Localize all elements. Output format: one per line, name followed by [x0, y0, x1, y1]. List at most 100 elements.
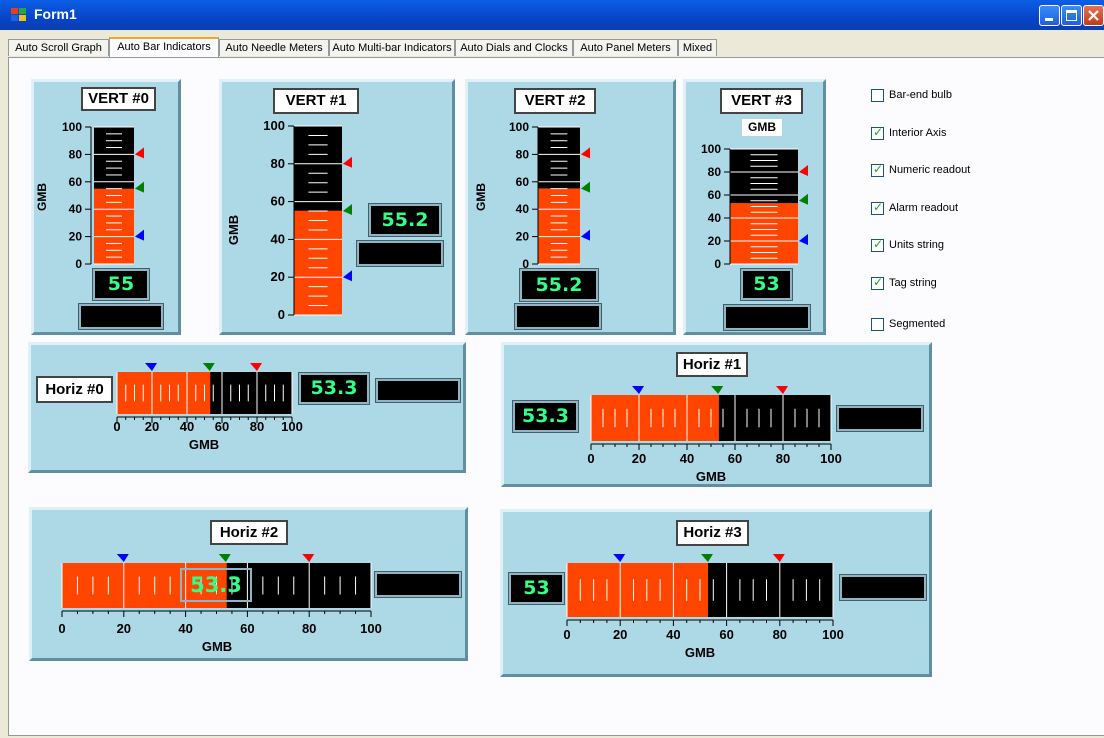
checkbox-label: Segmented — [889, 318, 946, 330]
alarm-low-marker — [632, 386, 644, 394]
vert-bar-1: 0 20 40 60 80 100 GMB — [226, 118, 352, 322]
tag-string: VERT #1 — [273, 88, 359, 114]
axis-tick-label: 80 — [250, 419, 264, 434]
axis-tick-label: 20 — [145, 419, 159, 434]
axis-tick-label: 0 — [714, 257, 721, 271]
checkbox-box[interactable]: ✓ — [871, 200, 884, 215]
vert-indicator-0: VERT #0 0 20 40 60 80 100 GMB 55 — [31, 79, 181, 335]
axis-tick-label: 60 — [69, 175, 83, 189]
horiz-bar-3: 0 20 40 60 80 100 GMB — [563, 554, 844, 660]
bar-fill — [294, 210, 342, 315]
axis-tick-label: 20 — [708, 234, 722, 248]
close-button[interactable] — [1083, 5, 1104, 26]
axis-tick-label: 80 — [708, 165, 722, 179]
alarm-low-marker — [613, 554, 626, 562]
tab-label: Mixed — [682, 42, 713, 54]
alarm-low-marker — [581, 229, 590, 241]
checkbox-label: Bar-end bulb — [889, 89, 952, 101]
axis-tick-label: 40 — [666, 627, 680, 642]
units-label: GMB — [202, 639, 232, 654]
horiz-bar-1: 0 20 40 60 80 100 GMB — [587, 386, 842, 483]
checkbox-box[interactable]: ✓ — [871, 162, 884, 177]
axis-tick-label: 60 — [240, 621, 254, 636]
tab-auto-multi-bar-indicators[interactable]: Auto Multi-bar Indicators — [329, 39, 455, 56]
checkbox-box[interactable]: ✓ — [871, 237, 884, 252]
alarm-high-marker — [343, 156, 352, 168]
checkbox-label: Interior Axis — [889, 127, 947, 139]
units-label: GMB — [226, 215, 241, 245]
check-icon: ✓ — [873, 275, 884, 289]
alarm-high-marker — [581, 147, 590, 159]
checkbox-box[interactable] — [871, 89, 884, 102]
numeric-readout: 55.2 — [519, 268, 599, 302]
alarm-low-marker — [799, 234, 808, 245]
checkbox-box[interactable]: ✓ — [871, 275, 884, 290]
units-label: GMB — [189, 437, 219, 452]
horiz-indicator-3: Horiz #3 0 20 40 60 80 100 GMB 53 — [500, 509, 932, 677]
axis-tick-label: 100 — [263, 118, 285, 133]
title-bar[interactable]: Form1 — [0, 0, 1104, 30]
units-label: GMB — [696, 469, 726, 483]
vert-indicator-3: VERT #3 GMB 0 20 40 60 80 100 53 — [683, 79, 826, 335]
numeric-readout: 53 — [740, 268, 793, 301]
bar-fill — [117, 372, 211, 414]
alarm-high-marker — [772, 554, 785, 562]
bar-fill — [538, 188, 580, 264]
tab-mixed[interactable]: Mixed — [678, 39, 717, 56]
alarm-readout — [723, 304, 811, 331]
alarm-readout — [78, 303, 164, 330]
axis-tick-label: 80 — [69, 147, 83, 161]
alarm-readout — [375, 378, 461, 403]
maximize-button[interactable] — [1061, 5, 1082, 26]
tab-auto-scroll-graph[interactable]: Auto Scroll Graph — [8, 39, 109, 56]
numeric-readout: 53.3 — [298, 372, 370, 405]
tab-auto-dials-and-clocks[interactable]: Auto Dials and Clocks — [455, 39, 573, 56]
alarm-readout — [514, 303, 602, 330]
app-icon — [11, 8, 26, 22]
units-string: GMB — [742, 119, 782, 136]
tab-label: Auto Scroll Graph — [15, 42, 102, 54]
check-icon: ✓ — [873, 237, 884, 251]
tab-auto-needle-meters[interactable]: Auto Needle Meters — [219, 39, 329, 56]
vert-bar-3: 0 20 40 60 80 100 — [701, 142, 808, 271]
vert-bar-0: 0 20 40 60 80 100 GMB — [35, 120, 144, 271]
axis-tick-label: 100 — [820, 451, 842, 466]
minimize-icon — [1045, 18, 1053, 21]
axis-tick-label: 80 — [271, 156, 285, 171]
axis-tick-label: 0 — [587, 451, 594, 466]
tab-auto-panel-meters[interactable]: Auto Panel Meters — [573, 39, 678, 56]
tag-string: Horiz #0 — [36, 376, 113, 403]
alarm-setpoint-marker — [700, 554, 713, 562]
axis-tick-label: 40 — [271, 231, 285, 246]
axis-tick-label: 60 — [271, 194, 285, 209]
axis-tick-label: 60 — [708, 188, 722, 202]
alarm-high-marker — [799, 165, 808, 176]
axis-tick-label: 60 — [215, 419, 229, 434]
close-icon — [1088, 10, 1099, 21]
axis-tick-label: 60 — [728, 451, 742, 466]
bar-fill — [94, 188, 134, 264]
tab-label: Auto Bar Indicators — [117, 41, 211, 53]
checkbox-box[interactable]: ✓ — [871, 125, 884, 140]
checkbox-box[interactable] — [871, 318, 884, 331]
alarm-readout — [836, 405, 924, 432]
axis-tick-label: 100 — [281, 419, 303, 434]
units-label: GMB — [35, 183, 49, 211]
horiz-indicator-1: Horiz #1 0 20 40 60 80 100 GMB 53.3 — [501, 342, 932, 487]
minimize-button[interactable] — [1039, 5, 1060, 26]
units-label: GMB — [685, 645, 715, 660]
alarm-high-marker — [135, 147, 144, 159]
alarm-readout — [356, 240, 444, 267]
axis-tick-label: 60 — [719, 627, 733, 642]
tag-string: VERT #0 — [81, 87, 156, 111]
axis-tick-label: 100 — [62, 120, 82, 134]
tag-string: VERT #3 — [720, 88, 803, 114]
tab-auto-bar-indicators[interactable]: Auto Bar Indicators — [109, 37, 219, 57]
checkbox-label: Tag string — [889, 277, 937, 289]
numeric-readout: 53.3 — [512, 400, 579, 433]
tag-string: VERT #2 — [514, 88, 596, 114]
axis-tick-label: 20 — [117, 621, 131, 636]
tab-label: Auto Panel Meters — [580, 42, 671, 54]
axis-tick-label: 60 — [516, 175, 530, 189]
alarm-high-marker — [776, 386, 788, 394]
